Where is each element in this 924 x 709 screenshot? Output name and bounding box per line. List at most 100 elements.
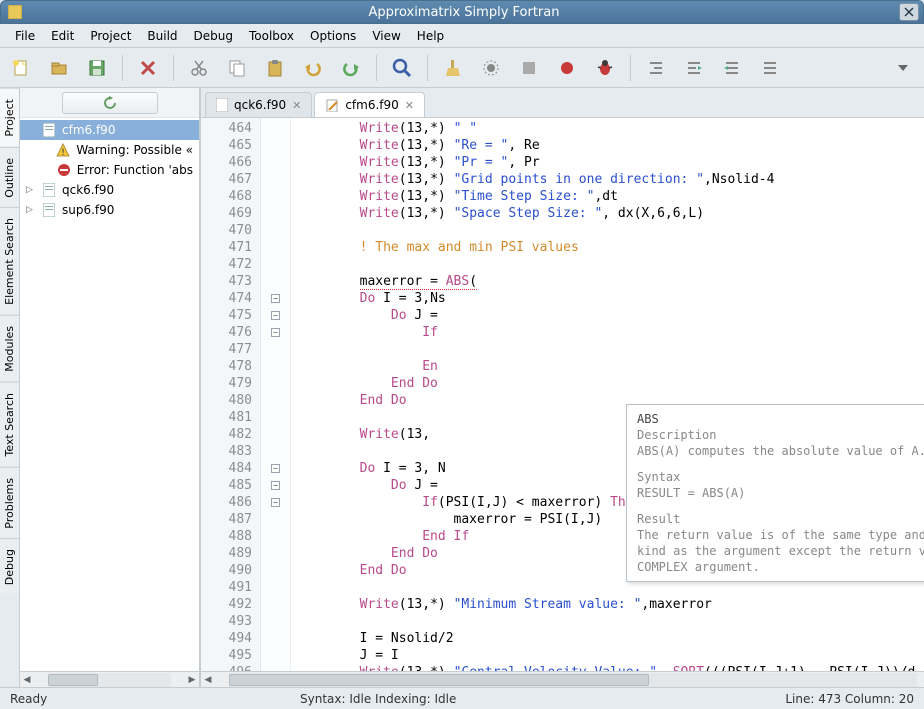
fold-toggle-icon[interactable]: − — [271, 481, 280, 490]
menu-help[interactable]: Help — [410, 26, 451, 46]
menu-view[interactable]: View — [365, 26, 407, 46]
paste-button[interactable] — [262, 55, 288, 81]
toolbar-separator — [427, 55, 428, 81]
tooltip-title: ABS — [637, 411, 924, 427]
menu-options[interactable]: Options — [303, 26, 363, 46]
vtab-modules[interactable]: Modules — [0, 315, 19, 382]
menu-edit[interactable]: Edit — [44, 26, 81, 46]
menu-debug[interactable]: Debug — [187, 26, 240, 46]
tree-item-label: qck6.f90 — [62, 183, 114, 197]
undo-button[interactable] — [300, 55, 326, 81]
menu-toolbox[interactable]: Toolbox — [242, 26, 301, 46]
window-title: Approximatrix Simply Fortran — [29, 5, 899, 20]
redo-button[interactable] — [338, 55, 364, 81]
tab-label: qck6.f90 — [234, 98, 286, 112]
toolbar-separator — [376, 55, 377, 81]
tree-row[interactable]: ! Warning: Possible « — [20, 140, 199, 160]
edit-icon — [325, 98, 339, 112]
toolbar-separator — [122, 55, 123, 81]
menu-build[interactable]: Build — [140, 26, 184, 46]
vtab-project[interactable]: Project — [0, 88, 19, 147]
code-content[interactable]: Write(13,*) " " Write(13,*) "Re = ", Re … — [291, 118, 924, 671]
tree-item-label: Error: Function 'abs — [77, 163, 193, 177]
format-button[interactable] — [757, 55, 783, 81]
fold-toggle-icon[interactable]: − — [271, 498, 280, 507]
menu-file[interactable]: File — [8, 26, 42, 46]
outdent-button[interactable] — [681, 55, 707, 81]
search-button[interactable] — [389, 55, 415, 81]
app-icon — [5, 2, 25, 22]
toolbar — [0, 48, 924, 88]
vtab-outline[interactable]: Outline — [0, 147, 19, 208]
debug-button[interactable] — [592, 55, 618, 81]
warning-icon: ! — [56, 143, 70, 157]
tree-item-label: sup6.f90 — [62, 203, 114, 217]
fold-toggle-icon[interactable]: − — [271, 464, 280, 473]
close-window-button[interactable] — [899, 3, 919, 21]
fold-column[interactable]: − − − − − − — [261, 118, 291, 671]
line-number-gutter: 464 465 466 467 468 469 470 471 472 473 … — [201, 118, 261, 671]
clean-button[interactable] — [440, 55, 466, 81]
editor-pane: qck6.f90 ✕ cfm6.f90 ✕ 464 465 466 467 46… — [200, 88, 924, 687]
close-tab-icon[interactable]: ✕ — [292, 99, 301, 112]
vtab-problems[interactable]: Problems — [0, 467, 19, 539]
fold-toggle-icon[interactable]: − — [271, 294, 280, 303]
project-sidebar: cfm6.f90! Warning: Possible « Error: Funct… — [20, 88, 200, 687]
menubar: File Edit Project Build Debug Toolbox Op… — [0, 24, 924, 48]
close-tab-icon[interactable]: ✕ — [405, 99, 414, 112]
scroll-right-icon[interactable]: ▶ — [185, 673, 199, 687]
tab-label: cfm6.f90 — [345, 98, 398, 112]
tree-item-label: Warning: Possible « — [76, 143, 193, 157]
open-file-button[interactable] — [46, 55, 72, 81]
record-button[interactable] — [554, 55, 580, 81]
file-icon — [42, 183, 56, 197]
status-cursor-pos: Line: 473 Column: 20 — [785, 692, 914, 706]
delete-button[interactable] — [135, 55, 161, 81]
project-tree[interactable]: cfm6.f90! Warning: Possible « Error: Funct… — [20, 118, 199, 671]
stop-button[interactable] — [516, 55, 542, 81]
build-button[interactable] — [478, 55, 504, 81]
fold-toggle-icon[interactable]: − — [271, 328, 280, 337]
refresh-button[interactable] — [62, 92, 158, 114]
toolbar-overflow-button[interactable] — [890, 55, 916, 81]
comment-button[interactable] — [719, 55, 745, 81]
file-icon — [42, 123, 56, 137]
tree-row[interactable]: cfm6.f90 — [20, 120, 199, 140]
fold-toggle-icon[interactable]: − — [271, 311, 280, 320]
tooltip-line: The return value is of the same type and — [637, 527, 924, 543]
copy-button[interactable] — [224, 55, 250, 81]
new-file-button[interactable] — [8, 55, 34, 81]
cut-button[interactable] — [186, 55, 212, 81]
tree-row[interactable]: ▷qck6.f90 — [20, 180, 199, 200]
toolbar-separator — [630, 55, 631, 81]
file-icon — [216, 98, 228, 112]
tooltip-line: kind as the argument except the return v… — [637, 543, 924, 559]
svg-text:!: ! — [62, 148, 66, 157]
titlebar: Approximatrix Simply Fortran — [0, 0, 924, 24]
menu-project[interactable]: Project — [83, 26, 138, 46]
workarea: Project Outline Element Search Modules T… — [0, 88, 924, 687]
code-editor[interactable]: 464 465 466 467 468 469 470 471 472 473 … — [201, 118, 924, 671]
sidebar-hscroll[interactable]: ◀ ▶ — [20, 671, 199, 687]
tree-row[interactable]: Error: Function 'abs — [20, 160, 199, 180]
tab-cfm6[interactable]: cfm6.f90 ✕ — [314, 92, 425, 117]
status-syntax: Syntax: Idle Indexing: Idle — [300, 692, 456, 706]
vtab-element-search[interactable]: Element Search — [0, 207, 19, 315]
intellisense-tooltip: ABS Description ABS(A) computes the abso… — [626, 404, 924, 582]
scroll-left-icon[interactable]: ◀ — [20, 673, 34, 687]
file-icon — [42, 203, 56, 217]
save-button[interactable] — [84, 55, 110, 81]
editor-hscroll[interactable]: ◀ ▶ — [201, 671, 924, 687]
statusbar: Ready Syntax: Idle Indexing: Idle Line: … — [0, 687, 924, 709]
indent-button[interactable] — [643, 55, 669, 81]
vtab-text-search[interactable]: Text Search — [0, 382, 19, 467]
sidebar-toolbar — [20, 88, 199, 118]
side-tabs: Project Outline Element Search Modules T… — [0, 88, 20, 687]
vtab-debug[interactable]: Debug — [0, 538, 19, 595]
tooltip-line: Syntax — [637, 469, 924, 485]
editor-tabbar: qck6.f90 ✕ cfm6.f90 ✕ — [201, 88, 924, 118]
tab-qck6[interactable]: qck6.f90 ✕ — [205, 92, 312, 117]
scroll-left-icon[interactable]: ◀ — [201, 673, 215, 687]
tree-row[interactable]: ▷sup6.f90 — [20, 200, 199, 220]
tooltip-line: ABS(A) computes the absolute value of A. — [637, 443, 924, 459]
